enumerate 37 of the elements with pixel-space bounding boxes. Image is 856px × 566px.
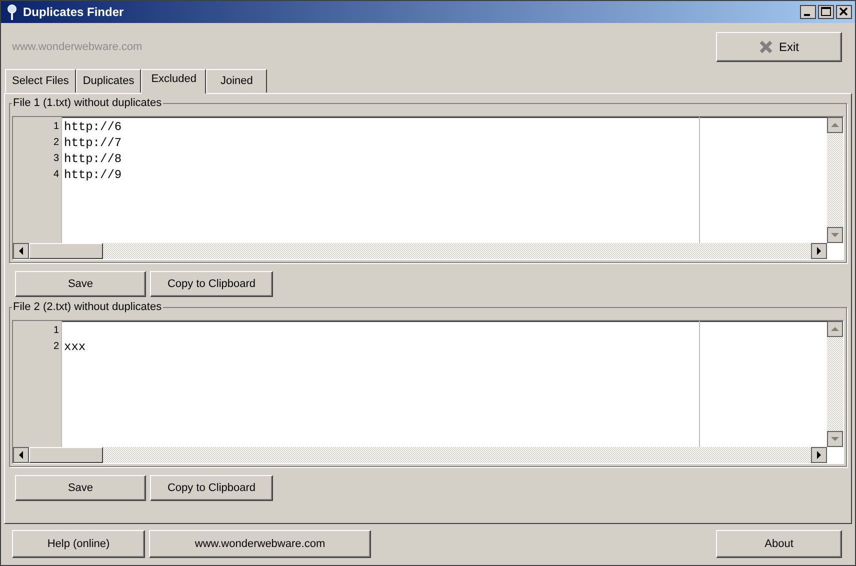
line-number: 4 [52,168,59,182]
panel-button[interactable]: Copy to Clipboard [150,271,273,297]
tab[interactable]: Select Files [5,69,76,93]
tab[interactable]: Excluded [141,69,206,94]
code-line: http://7 [64,136,122,150]
line-number: 1 [52,120,59,134]
scroll-thumb[interactable] [29,447,103,463]
code-line: xxx [64,340,86,354]
scroll-thumb[interactable] [29,243,103,259]
tab[interactable]: Joined [206,69,267,93]
window-title: Duplicates Finder [23,5,124,19]
x-icon [758,40,773,54]
text-editor[interactable]: 1 2 xxx [12,320,844,464]
about-button[interactable]: About [716,530,842,558]
pin-icon [7,4,17,20]
code-line: http://9 [64,168,122,182]
line-number: 2 [52,136,59,150]
text-editor[interactable]: 1 2 3 4 http://6 http://7 http://8 http://9 [12,116,844,260]
panel-button[interactable]: Copy to Clipboard [150,475,273,501]
website-button[interactable]: www.wonderwebware.com [149,530,371,558]
group-title: File 1 (1.txt) without duplicates [12,97,163,109]
code-line: http://8 [64,152,122,166]
help-button[interactable]: Help (online) [12,530,145,558]
group-title: File 2 (2.txt) without duplicates [12,301,163,313]
exit-button[interactable]: Exit [716,32,842,62]
minimize-icon[interactable] [800,5,816,19]
panel-button[interactable]: Save [15,271,146,297]
line-number: 1 [52,324,59,338]
line-number: 2 [52,340,59,354]
panel-button[interactable]: Save [15,475,146,501]
website-label: www.wonderwebware.com [12,41,142,53]
vertical-scrollbar[interactable] [827,321,843,447]
vertical-scrollbar[interactable] [827,117,843,243]
close-icon[interactable] [836,5,852,19]
line-number: 3 [52,152,59,166]
code-line: http://6 [64,120,122,134]
maximize-icon[interactable] [818,5,834,19]
